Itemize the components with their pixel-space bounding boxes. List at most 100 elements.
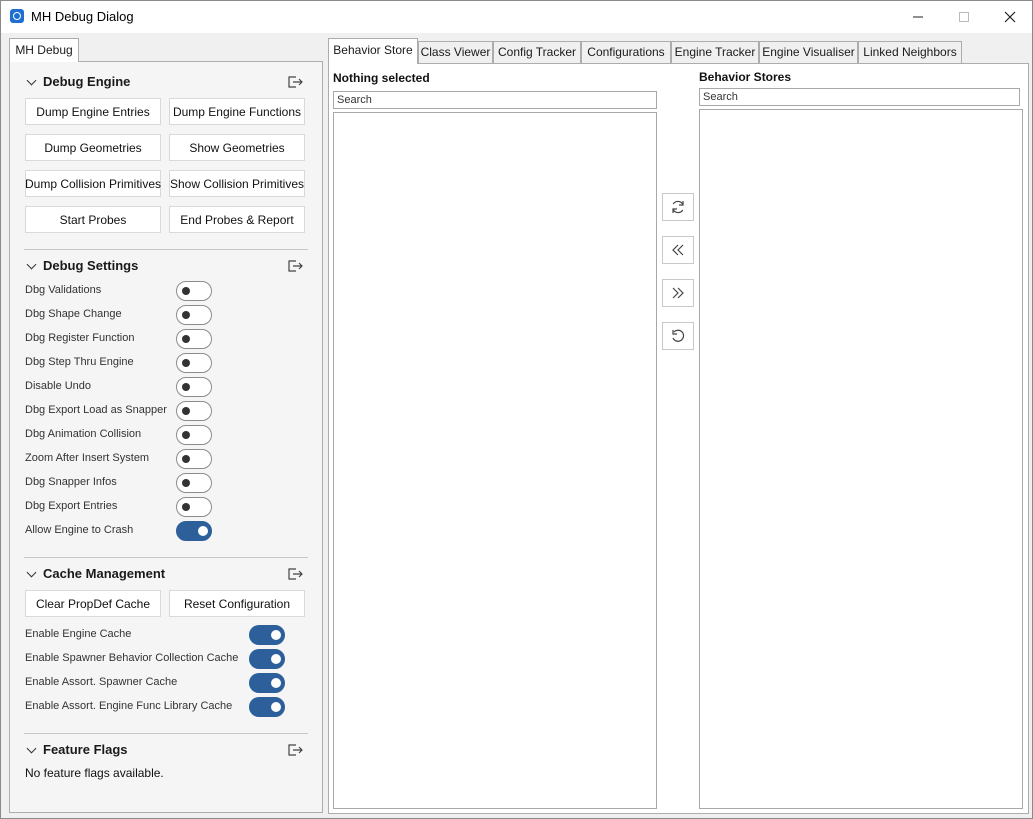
chevron-down-icon	[26, 75, 37, 86]
tab-engine-tracker[interactable]: Engine Tracker	[671, 41, 759, 63]
debug-settings-header[interactable]: Debug Settings	[24, 257, 314, 277]
move-all-left-button[interactable]	[662, 236, 694, 264]
minimize-button[interactable]	[895, 1, 941, 33]
move-all-right-button[interactable]	[662, 279, 694, 307]
cache-management-title: Cache Management	[43, 566, 166, 581]
toggle-label: Dbg Register Function	[25, 332, 135, 344]
title-bar: MH Debug Dialog	[1, 1, 1032, 33]
tab-behavior-store[interactable]: Behavior Store	[328, 38, 418, 64]
end-probes-report-button[interactable]: End Probes & Report	[169, 206, 305, 233]
toggle-row: Dbg Export Load as Snapper	[25, 401, 216, 421]
toggle-row: Dbg Shape Change	[25, 305, 216, 325]
toggle-knob	[182, 287, 190, 295]
toggle-knob	[271, 630, 281, 640]
double-chevron-right-icon	[672, 287, 684, 299]
toggle-switch[interactable]	[176, 497, 212, 517]
toggle-label: Enable Assort. Spawner Cache	[25, 676, 178, 688]
tab-config-tracker[interactable]: Config Tracker	[493, 41, 581, 63]
undo-button[interactable]	[662, 322, 694, 350]
feature-flags-header[interactable]: Feature Flags	[24, 741, 314, 761]
toggle-row: Dbg Snapper Infos	[25, 473, 216, 493]
feature-flags-empty-text: No feature flags available.	[25, 766, 164, 780]
toggle-knob	[182, 431, 190, 439]
toggle-switch[interactable]	[176, 377, 212, 397]
toggle-switch[interactable]	[176, 353, 212, 373]
nothing-selected-title: Nothing selected	[333, 71, 430, 85]
debug-settings-title: Debug Settings	[43, 258, 139, 273]
toggle-row: Zoom After Insert System	[25, 449, 216, 469]
toggle-row: Dbg Export Entries	[25, 497, 216, 517]
toggle-switch[interactable]	[176, 401, 212, 421]
close-button[interactable]	[987, 1, 1033, 33]
toggle-switch[interactable]	[176, 425, 212, 445]
tab-engine-visualiser[interactable]: Engine Visualiser	[759, 41, 858, 63]
right-search-input[interactable]	[699, 88, 1020, 106]
maximize-icon	[959, 12, 969, 22]
selected-list[interactable]	[333, 112, 657, 809]
toggle-row: Enable Engine Cache	[25, 625, 289, 645]
dump-collision-primitives-button[interactable]: Dump Collision Primitives	[25, 170, 161, 197]
behavior-store-panel: Nothing selected Behavior Stores	[328, 63, 1029, 814]
tab-mh-debug[interactable]: MH Debug	[9, 38, 79, 62]
behavior-stores-title: Behavior Stores	[699, 70, 792, 84]
tab-linked-neighbors[interactable]: Linked Neighbors	[858, 41, 962, 63]
toggle-row: Allow Engine to Crash	[25, 521, 216, 541]
clear-propdef-cache-button[interactable]: Clear PropDef Cache	[25, 590, 161, 617]
export-icon[interactable]	[287, 259, 303, 273]
toggle-switch[interactable]	[176, 329, 212, 349]
toggle-knob	[271, 702, 281, 712]
toggle-label: Dbg Snapper Infos	[25, 476, 117, 488]
start-probes-button[interactable]: Start Probes	[25, 206, 161, 233]
toggle-row: Disable Undo	[25, 377, 216, 397]
toggle-switch[interactable]	[176, 305, 212, 325]
dump-engine-entries-button[interactable]: Dump Engine Entries	[25, 98, 161, 125]
tab-configurations[interactable]: Configurations	[581, 41, 671, 63]
divider	[24, 733, 308, 734]
toggle-label: Enable Engine Cache	[25, 628, 132, 640]
toggle-switch[interactable]	[249, 673, 285, 693]
window-title: MH Debug Dialog	[31, 9, 134, 24]
toggle-row: Enable Assort. Engine Func Library Cache	[25, 697, 289, 717]
export-icon[interactable]	[287, 743, 303, 757]
toggle-knob	[182, 479, 190, 487]
toggle-knob	[182, 503, 190, 511]
show-collision-primitives-button[interactable]: Show Collision Primitives	[169, 170, 305, 197]
toggle-knob	[271, 654, 281, 664]
app-logo-icon	[10, 9, 24, 23]
toggle-switch[interactable]	[249, 625, 285, 645]
toggle-switch[interactable]	[249, 697, 285, 717]
left-search-input[interactable]	[333, 91, 657, 109]
show-geometries-button[interactable]: Show Geometries	[169, 134, 305, 161]
toggle-label: Enable Spawner Behavior Collection Cache	[25, 652, 239, 664]
toggle-knob	[271, 678, 281, 688]
toggle-row: Dbg Step Thru Engine	[25, 353, 216, 373]
divider	[24, 249, 308, 250]
tab-class-viewer[interactable]: Class Viewer	[418, 41, 493, 63]
toggle-row: Dbg Animation Collision	[25, 425, 216, 445]
export-icon[interactable]	[287, 567, 303, 581]
behavior-stores-list[interactable]	[699, 109, 1023, 809]
toggle-switch[interactable]	[176, 473, 212, 493]
dump-engine-functions-button[interactable]: Dump Engine Functions	[169, 98, 305, 125]
chevron-down-icon	[26, 743, 37, 754]
toggle-switch[interactable]	[176, 521, 212, 541]
toggle-switch[interactable]	[176, 449, 212, 469]
cache-management-header[interactable]: Cache Management	[24, 565, 314, 585]
toggle-knob	[182, 407, 190, 415]
refresh-button[interactable]	[662, 193, 694, 221]
reset-configuration-button[interactable]: Reset Configuration	[169, 590, 305, 617]
chevron-down-icon	[26, 259, 37, 270]
toggle-switch[interactable]	[249, 649, 285, 669]
toggle-knob	[182, 383, 190, 391]
toggle-knob	[182, 311, 190, 319]
refresh-icon	[672, 200, 684, 214]
export-icon[interactable]	[287, 75, 303, 89]
toggle-label: Dbg Export Load as Snapper	[25, 404, 167, 416]
dump-geometries-button[interactable]: Dump Geometries	[25, 134, 161, 161]
maximize-button[interactable]	[941, 1, 987, 33]
toggle-switch[interactable]	[176, 281, 212, 301]
toggle-label: Dbg Shape Change	[25, 308, 122, 320]
toggle-row: Dbg Register Function	[25, 329, 216, 349]
mh-debug-panel: Debug Engine Dump Engine Entries Dump En…	[9, 61, 323, 813]
debug-engine-header[interactable]: Debug Engine	[24, 73, 314, 93]
